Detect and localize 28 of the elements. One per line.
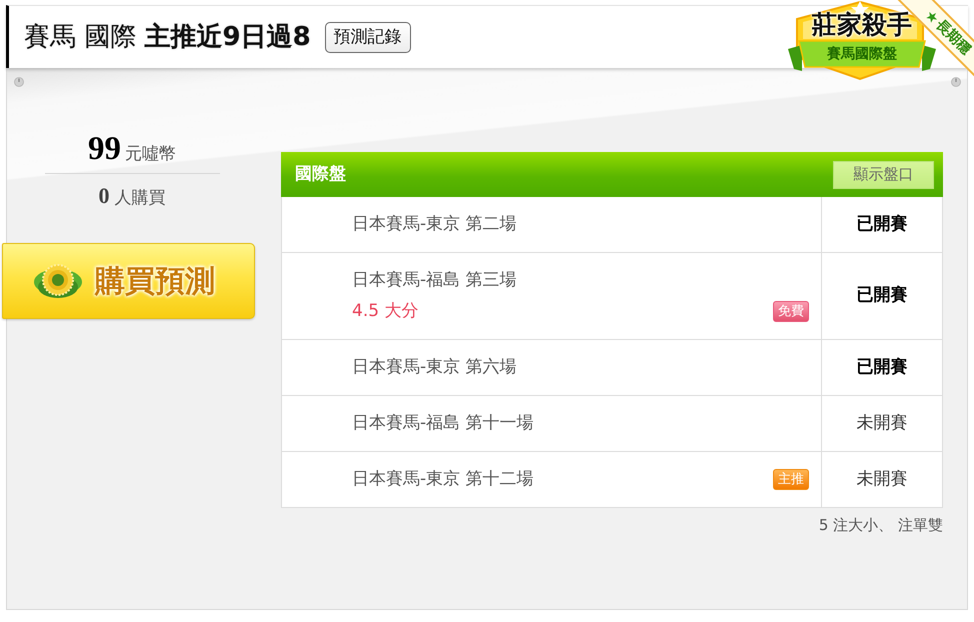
show-odds-button[interactable]: 顯示盤口 xyxy=(833,160,934,188)
match-status: 未開賽 xyxy=(856,412,908,435)
bet-summary-note: 5 注大小、 注單雙 xyxy=(818,515,943,536)
screw-icon xyxy=(951,77,961,87)
page-title: 賽馬 國際 主推近9日過8 xyxy=(24,20,311,54)
race-name: 日本賽馬-東京 第六場 xyxy=(352,356,517,379)
price-unit: 元噓幣 xyxy=(125,146,176,163)
buy-prediction-button[interactable]: 購買預測 xyxy=(2,243,255,319)
panel-title: 國際盤 xyxy=(295,162,346,186)
prediction-record-button[interactable]: 預測記錄 xyxy=(324,22,411,52)
buyer-count: 0 xyxy=(98,185,110,207)
price-amount: 99 xyxy=(88,133,121,166)
prediction-pick: 4.5 大分 xyxy=(352,300,418,323)
buyer-unit: 人購買 xyxy=(114,190,166,207)
free-tag: 免費 xyxy=(773,301,809,322)
race-name: 日本賽馬-東京 第十二場 xyxy=(352,468,534,491)
match-status: 已開賽 xyxy=(856,356,908,379)
match-status: 已開賽 xyxy=(856,212,908,236)
featured-tag: 主推 xyxy=(773,469,809,490)
race-name: 日本賽馬-東京 第二場 xyxy=(352,212,517,236)
race-name: 日本賽馬-福島 第十一場 xyxy=(352,412,534,435)
badge-subtitle: 賽馬國際盤 xyxy=(827,47,897,61)
match-status: 已開賽 xyxy=(856,284,908,308)
badge-title: 莊家殺手 xyxy=(812,12,912,37)
match-status: 未開賽 xyxy=(856,468,908,491)
race-name: 日本賽馬-福島 第三場 xyxy=(352,268,517,292)
screw-icon xyxy=(14,77,24,87)
ribbon-text: 長期穩 xyxy=(934,18,974,58)
